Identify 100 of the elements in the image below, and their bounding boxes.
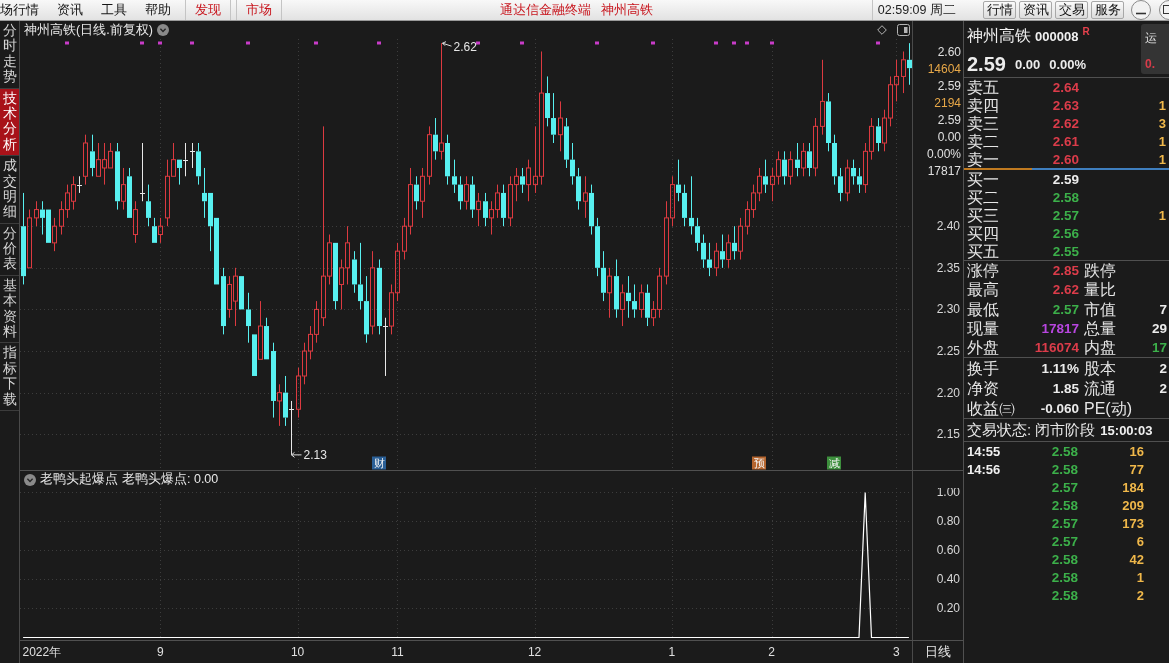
stat-value: 17 — [1150, 340, 1168, 356]
axis-info-value: 14604 — [927, 61, 961, 78]
status-letter: R — [1082, 26, 1090, 37]
axis-label: 11 — [391, 645, 404, 659]
trade-price: 2.58 — [1050, 444, 1078, 459]
order-price: 2.55 — [1051, 243, 1080, 259]
stat-label: 涨停 — [966, 262, 1000, 280]
stat-value: -0.060 — [1039, 401, 1080, 416]
stock-code: 000008 — [1035, 28, 1079, 44]
trade-volume: 2 — [1135, 588, 1144, 603]
order-label: 卖三 — [966, 114, 1000, 132]
axis-label: 9 — [157, 645, 164, 659]
price-label: 2.62 — [453, 40, 477, 55]
stat-value: 1.85 — [1051, 381, 1080, 396]
stat-value: 116074 — [1033, 340, 1080, 356]
stat-value: 2.62 — [1051, 282, 1080, 298]
side-tab[interactable]: 技术分析 — [0, 88, 19, 157]
chevron-down-icon[interactable] — [24, 473, 36, 486]
stat-label: 总量 — [1083, 320, 1117, 338]
stat-label: PE(动) — [1083, 400, 1133, 417]
stat-label: 现量 — [966, 320, 1000, 338]
axis-info-value: 2.60 — [937, 44, 961, 61]
menu-item[interactable]: 帮助 — [136, 0, 180, 20]
menu-item[interactable]: 场行情 — [0, 0, 48, 20]
order-volume: 3 — [1157, 115, 1167, 131]
period-label[interactable]: 日线 — [925, 643, 951, 661]
toolbar-button[interactable]: 行情 — [983, 1, 1016, 19]
last-price: 2.59 — [967, 52, 1006, 76]
trade-price: 2.58 — [1050, 588, 1078, 603]
axis-label: 2.15 — [936, 427, 960, 442]
order-price: 2.64 — [1051, 79, 1080, 95]
status-time: 15:00:03 — [1100, 423, 1153, 438]
chevron-down-icon[interactable] — [156, 24, 169, 36]
diamond-icon[interactable] — [877, 25, 887, 35]
side-tab[interactable]: 成交明细 — [0, 156, 19, 224]
order-price: 2.63 — [1051, 97, 1080, 113]
stock-name: 神州高铁 — [967, 25, 1031, 46]
trade-volume: 77 — [1128, 462, 1144, 477]
order-price: 2.60 — [1051, 151, 1080, 167]
menu-item[interactable]: 发现 — [185, 0, 231, 20]
axis-label: 0.60 — [936, 543, 960, 558]
trade-price: 2.57 — [1050, 516, 1078, 531]
indicator-name: 老鸭头起爆点 — [40, 471, 118, 488]
change-percent: 0.00% — [1049, 56, 1087, 72]
menu-item[interactable]: 资讯 — [48, 0, 92, 20]
axis-label: 2.25 — [936, 344, 960, 358]
trade-price: 2.58 — [1050, 552, 1078, 567]
panel-toggle-icon[interactable] — [897, 24, 910, 36]
axis-info-value: 17817 — [927, 163, 961, 180]
minimize-icon[interactable] — [1130, 0, 1152, 20]
axis-label: 0.80 — [936, 514, 960, 529]
axis-label: 2022年 — [22, 645, 62, 659]
trade-volume: 16 — [1128, 444, 1144, 459]
trade-volume: 6 — [1135, 534, 1144, 549]
stat-label: 换手 — [966, 360, 1000, 377]
axis-label: 0.40 — [936, 572, 960, 587]
axis-label: 10 — [290, 645, 305, 659]
axis-info-value: 0.00 — [937, 129, 961, 146]
stat-label: 净资 — [966, 380, 1000, 397]
stat-value: 1.11% — [1040, 361, 1080, 376]
toolbar-button[interactable]: 交易 — [1055, 1, 1088, 19]
order-price: 2.56 — [1051, 225, 1080, 241]
axis-label: 1.00 — [936, 488, 960, 500]
side-tab[interactable]: 指标下载 — [0, 343, 19, 411]
trade-time: 14:55 — [966, 444, 1002, 459]
clock-text: 02:59:09 周二 — [871, 0, 961, 20]
menu-item[interactable]: 工具 — [92, 0, 136, 20]
axis-label: 0.20 — [936, 601, 960, 616]
axis-info-value: 0.00% — [926, 146, 961, 163]
side-tab[interactable]: 基本资料 — [0, 275, 19, 344]
order-label: 卖四 — [966, 96, 1000, 114]
stat-label: 量比 — [1083, 281, 1117, 299]
stat-value: 2.57 — [1051, 301, 1080, 317]
order-price: 2.58 — [1051, 189, 1080, 205]
order-label: 卖二 — [966, 132, 1000, 150]
trade-price: 2.58 — [1050, 462, 1078, 477]
menu-item[interactable]: 市场 — [236, 0, 282, 20]
trading-status: 交易状态: 闭市阶段 — [967, 421, 1096, 440]
sector-change: 0. — [1145, 57, 1156, 71]
toolbar-button[interactable]: 资讯 — [1019, 1, 1052, 19]
order-volume: 1 — [1157, 97, 1167, 113]
axis-info-value: 2194 — [934, 95, 961, 112]
order-label: 卖一 — [966, 150, 1000, 168]
stat-value: 7 — [1158, 301, 1168, 317]
trade-volume: 209 — [1121, 498, 1144, 513]
toolbar-button[interactable]: 服务 — [1091, 1, 1124, 19]
side-tab[interactable]: 分价表 — [0, 223, 19, 276]
stat-label: 最高 — [966, 281, 1000, 299]
order-price: 2.61 — [1051, 133, 1080, 149]
stat-label: 跌停 — [1083, 262, 1117, 280]
stat-label: 最低 — [966, 300, 1000, 318]
stock-title: 神州高铁 — [601, 1, 654, 19]
order-price: 2.59 — [1051, 171, 1080, 187]
side-tab[interactable]: 分时走势 — [0, 21, 19, 89]
sector-name: 运 — [1145, 30, 1158, 47]
order-label: 买五 — [966, 242, 1000, 260]
trade-volume: 173 — [1121, 516, 1144, 531]
event-tag: 预 — [752, 456, 766, 470]
order-volume: 1 — [1157, 207, 1167, 223]
trade-price: 2.58 — [1050, 498, 1078, 513]
